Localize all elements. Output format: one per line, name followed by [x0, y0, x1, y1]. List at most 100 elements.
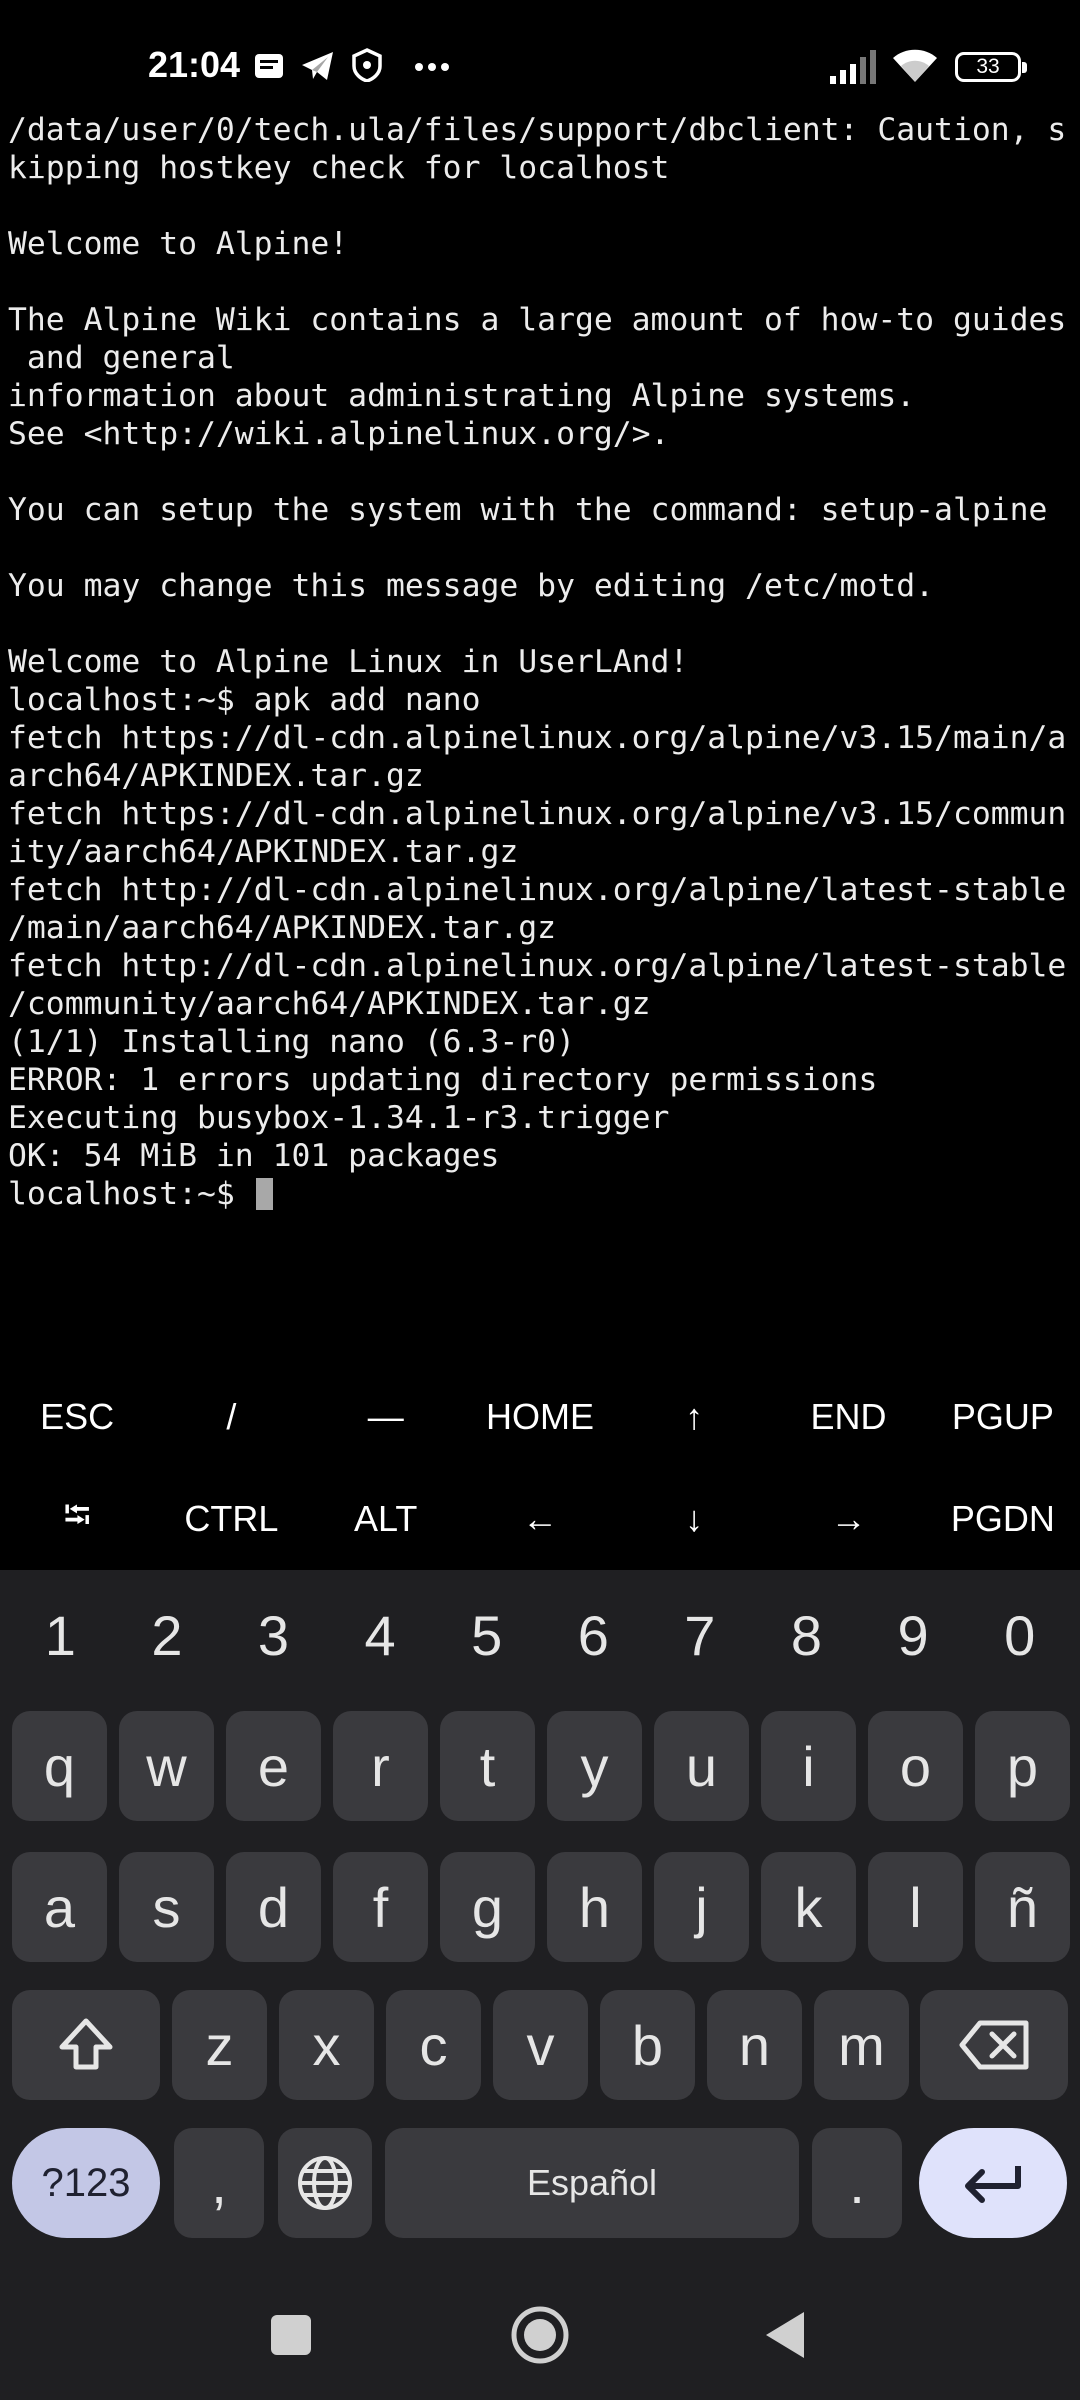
key-9[interactable]: 9 — [860, 1570, 967, 1700]
key-l[interactable]: l — [868, 1852, 963, 1962]
extra-key-dash[interactable]: — — [309, 1366, 463, 1468]
key-e[interactable]: e — [226, 1711, 321, 1821]
more-dots-icon — [415, 63, 449, 71]
extra-keys-row-2: ⭾ CTRL ALT ← ↓ → PGDN — [0, 1468, 1080, 1570]
terminal-line: (1/1) Installing nano (6.3-r0) — [8, 1024, 575, 1060]
key-f[interactable]: f — [333, 1852, 428, 1962]
key-d[interactable]: d — [226, 1852, 321, 1962]
period-key[interactable]: . — [812, 2128, 902, 2238]
space-key[interactable]: Español — [385, 2128, 799, 2238]
number-row: 1234567890 — [0, 1570, 1080, 1700]
key-w[interactable]: w — [119, 1711, 214, 1821]
shift-key[interactable] — [12, 1990, 160, 2100]
extra-key-esc[interactable]: ESC — [0, 1366, 154, 1468]
key-s[interactable]: s — [119, 1852, 214, 1962]
key-h[interactable]: h — [547, 1852, 642, 1962]
extra-key-left[interactable]: ← — [463, 1468, 617, 1570]
key-n[interactable]: n — [707, 1990, 802, 2100]
terminal-line: information about administrating Alpine … — [8, 378, 916, 414]
key-k[interactable]: k — [761, 1852, 856, 1962]
symbols-key[interactable]: ?123 — [12, 2128, 160, 2238]
extra-key-right[interactable]: → — [771, 1468, 925, 1570]
extra-key-slash[interactable]: / — [154, 1366, 308, 1468]
status-bar: 21:04 33 — [0, 0, 1080, 112]
key-m[interactable]: m — [814, 1990, 909, 2100]
backspace-icon — [959, 2020, 1029, 2070]
key-1[interactable]: 1 — [7, 1570, 114, 1700]
extra-key-down[interactable]: ↓ — [617, 1468, 771, 1570]
enter-key[interactable] — [919, 2128, 1067, 2238]
recents-icon — [271, 2315, 311, 2355]
status-time: 21:04 — [148, 44, 241, 85]
extra-key-alt[interactable]: ALT — [309, 1468, 463, 1570]
key-b[interactable]: b — [600, 1990, 695, 2100]
terminal-line: /main/aarch64/APKINDEX.tar.gz — [8, 910, 557, 946]
key-z[interactable]: z — [172, 1990, 267, 2100]
message-icon — [255, 54, 283, 78]
backspace-key[interactable] — [920, 1990, 1068, 2100]
terminal-line: kipping hostkey check for localhost — [8, 150, 670, 186]
key-i[interactable]: i — [761, 1711, 856, 1821]
enter-icon — [965, 2166, 1021, 2203]
extra-keys-row-1: ESC / — HOME ↑ END PGUP — [0, 1366, 1080, 1468]
extra-key-end[interactable]: END — [771, 1366, 925, 1468]
key-o[interactable]: o — [868, 1711, 963, 1821]
extra-key-pgdn[interactable]: PGDN — [926, 1468, 1080, 1570]
extra-key-home[interactable]: HOME — [463, 1366, 617, 1468]
key-0[interactable]: 0 — [966, 1570, 1073, 1700]
back-icon — [766, 2312, 804, 2358]
home-button[interactable] — [505, 2300, 575, 2370]
key-t[interactable]: t — [440, 1711, 535, 1821]
signal-icon — [830, 50, 876, 84]
wifi-icon — [893, 49, 937, 82]
key-7[interactable]: 7 — [647, 1570, 754, 1700]
key-y[interactable]: y — [547, 1711, 642, 1821]
key-5[interactable]: 5 — [433, 1570, 540, 1700]
terminal-line: localhost:~$ apk add nano — [8, 682, 481, 718]
terminal-output[interactable]: /data/user/0/tech.ula/files/support/dbcl… — [8, 111, 1076, 1371]
recents-button[interactable] — [256, 2300, 326, 2370]
terminal-prompt: localhost:~$ — [8, 1176, 254, 1212]
terminal-cursor — [255, 1178, 273, 1210]
extra-key-pgup[interactable]: PGUP — [926, 1366, 1080, 1468]
language-key[interactable] — [278, 2128, 372, 2238]
back-button[interactable] — [750, 2300, 820, 2370]
extra-key-tab[interactable]: ⭾ — [0, 1468, 154, 1570]
terminal-line: Welcome to Alpine! — [8, 226, 349, 262]
terminal-line: See <http://wiki.alpinelinux.org/>. — [8, 416, 670, 452]
terminal-line: OK: 54 MiB in 101 packages — [8, 1138, 500, 1174]
key-g[interactable]: g — [440, 1852, 535, 1962]
home-icon — [511, 2306, 569, 2364]
shield-icon — [352, 48, 382, 82]
key-j[interactable]: j — [654, 1852, 749, 1962]
shift-icon — [59, 2018, 113, 2070]
extra-key-up[interactable]: ↑ — [617, 1366, 771, 1468]
key-8[interactable]: 8 — [753, 1570, 860, 1700]
key-x[interactable]: x — [279, 1990, 374, 2100]
terminal-line: You may change this message by editing /… — [8, 568, 935, 604]
comma-key[interactable]: , — [174, 2128, 264, 2238]
key-ñ[interactable]: ñ — [975, 1852, 1070, 1962]
key-q[interactable]: q — [12, 1711, 107, 1821]
terminal-line: /data/user/0/tech.ula/files/support/dbcl… — [8, 112, 1067, 148]
terminal-line: and general — [8, 340, 235, 376]
terminal-line: The Alpine Wiki contains a large amount … — [8, 302, 1067, 338]
key-2[interactable]: 2 — [114, 1570, 221, 1700]
terminal-line: ity/aarch64/APKINDEX.tar.gz — [8, 834, 519, 870]
extra-keys-bar: ESC / — HOME ↑ END PGUP ⭾ CTRL ALT ← ↓ → PGDN — [0, 1366, 1080, 1570]
extra-key-ctrl[interactable]: CTRL — [154, 1468, 308, 1570]
key-r[interactable]: r — [333, 1711, 428, 1821]
key-4[interactable]: 4 — [327, 1570, 434, 1700]
key-6[interactable]: 6 — [540, 1570, 647, 1700]
key-u[interactable]: u — [654, 1711, 749, 1821]
key-3[interactable]: 3 — [220, 1570, 327, 1700]
key-c[interactable]: c — [386, 1990, 481, 2100]
key-p[interactable]: p — [975, 1711, 1070, 1821]
key-a[interactable]: a — [12, 1852, 107, 1962]
key-v[interactable]: v — [493, 1990, 588, 2100]
